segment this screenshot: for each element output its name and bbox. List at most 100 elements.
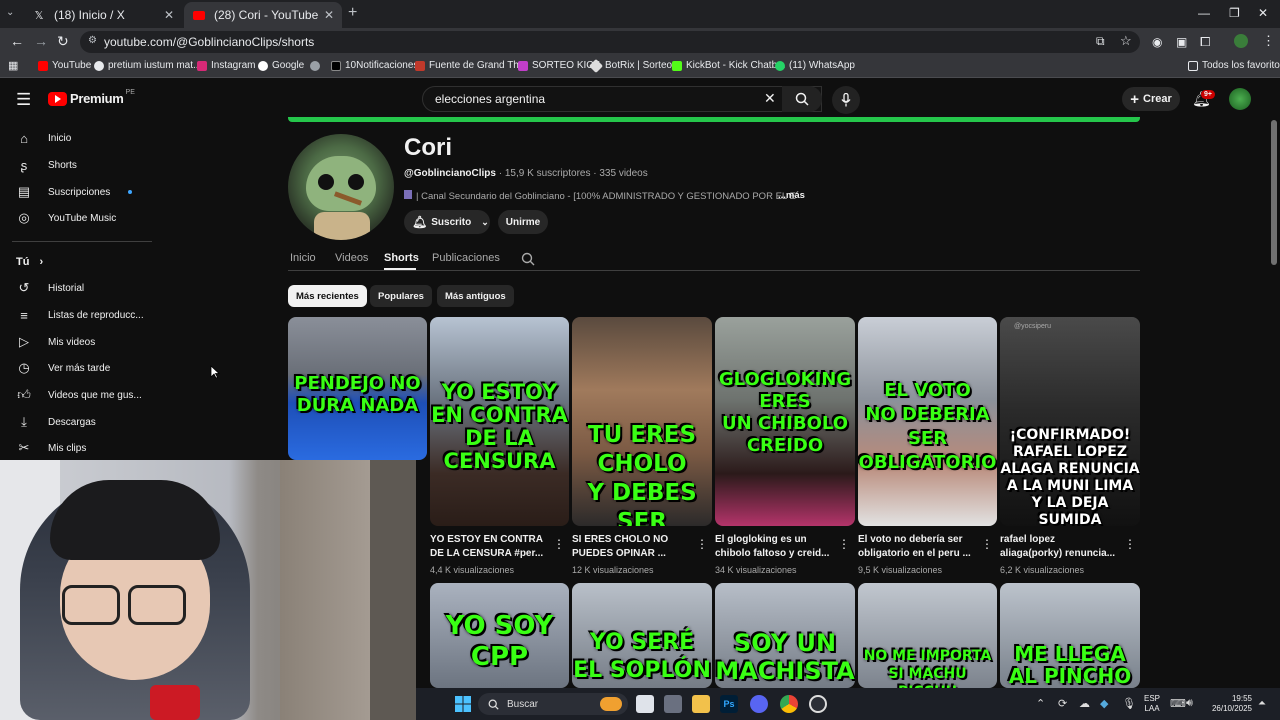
- short-thumbnail[interactable]: @yocsiperu ¡CONFIRMADO! RAFAEL LOPEZ ALA…: [1000, 317, 1140, 526]
- globe-icon[interactable]: [310, 61, 320, 71]
- obs-icon[interactable]: [809, 695, 827, 713]
- account-avatar[interactable]: [1229, 88, 1251, 110]
- tray-chevron-up-icon[interactable]: ⌃: [1036, 697, 1045, 710]
- back-icon[interactable]: ←: [10, 33, 24, 49]
- page-scrollbar[interactable]: [1271, 120, 1277, 265]
- short-title[interactable]: El voto no debería ser obligatorio en el…: [858, 533, 978, 561]
- taskbar-search[interactable]: Buscar: [478, 693, 628, 715]
- short-thumbnail[interactable]: ME LLEGA AL PINCHO: [1000, 583, 1140, 688]
- forward-icon[interactable]: →: [34, 33, 48, 49]
- sidebar-item-watch-later[interactable]: ◷ Ver más tarde: [0, 355, 150, 381]
- short-title[interactable]: YO ESTOY EN CONTRA DE LA CENSURA #per...: [430, 533, 550, 561]
- photoshop-icon[interactable]: Ps: [720, 695, 738, 713]
- short-title[interactable]: El glogloking es un chibolo faltoso y cr…: [715, 533, 835, 561]
- sidebar-item-suscripciones[interactable]: ▤ Suscripciones: [0, 179, 150, 205]
- bookmark-item[interactable]: BotRix | Sorteos: [588, 58, 677, 73]
- extension-icon[interactable]: ◉: [1152, 35, 1162, 49]
- short-title[interactable]: SI ERES CHOLO NO PUEDES OPINAR ...: [572, 533, 692, 561]
- sidebar-item-inicio[interactable]: ⌂ Inicio: [0, 125, 150, 151]
- onedrive-icon[interactable]: ☁: [1079, 697, 1090, 710]
- bookmark-star-icon[interactable]: ☆: [1120, 33, 1132, 49]
- hamburger-menu-icon[interactable]: ☰: [16, 90, 31, 110]
- clear-search-icon[interactable]: ✕: [764, 90, 776, 107]
- join-button[interactable]: Unirme: [498, 210, 548, 234]
- windows-start-icon[interactable]: [455, 696, 471, 712]
- bookmark-item[interactable]: 10Notificaciones: [331, 60, 418, 71]
- apps-grid-icon[interactable]: ▦: [8, 59, 18, 72]
- volume-icon[interactable]: 🔊︎: [1186, 697, 1193, 710]
- sidebar-item-clips[interactable]: ✂ Mis clips: [0, 435, 150, 461]
- sidebar-item-youtube-music[interactable]: ◎ YouTube Music: [0, 205, 150, 231]
- tray-icon[interactable]: ⟳: [1058, 697, 1067, 710]
- sidebar-you-header[interactable]: Tú ›: [16, 256, 43, 268]
- more-options-icon[interactable]: ⋮: [553, 537, 565, 551]
- file-explorer-icon[interactable]: [692, 695, 710, 713]
- discord-icon[interactable]: [750, 695, 768, 713]
- more-options-icon[interactable]: ⋮: [838, 537, 850, 551]
- short-thumbnail[interactable]: NO ME IMPORTA SI MACHU PICCHU: [858, 583, 997, 688]
- bookmark-item[interactable]: SORTEO KICK: [518, 60, 600, 71]
- sidebar-item-liked-videos[interactable]: 👍︎ Videos que me gus...: [0, 382, 150, 408]
- profile-avatar[interactable]: [1234, 34, 1248, 48]
- chip-most-recent[interactable]: Más recientes: [288, 285, 367, 307]
- tab-inicio[interactable]: Inicio: [290, 252, 316, 264]
- search-input[interactable]: elecciones argentina: [422, 86, 822, 112]
- app-icon[interactable]: [664, 695, 682, 713]
- bookmark-item[interactable]: Fuente de Grand Th...: [415, 60, 527, 71]
- tray-app-icon[interactable]: ◆: [1100, 697, 1108, 710]
- voice-search-button[interactable]: [832, 86, 860, 114]
- task-view-icon[interactable]: [636, 695, 654, 713]
- channel-avatar[interactable]: [288, 134, 394, 240]
- browser-menu-icon[interactable]: ⋮: [1262, 33, 1275, 49]
- new-tab-button[interactable]: +: [348, 4, 357, 22]
- site-info-icon[interactable]: ⚙: [88, 35, 97, 46]
- short-thumbnail[interactable]: SOY UN MACHISTA: [715, 583, 855, 688]
- minimize-icon[interactable]: —: [1198, 6, 1210, 20]
- browser-tab-x[interactable]: 𝕏 (18) Inicio / X ✕: [24, 2, 182, 28]
- all-bookmarks-folder[interactable]: Todos los favoritos: [1188, 60, 1280, 71]
- youtube-premium-logo[interactable]: Premium PE: [48, 89, 135, 106]
- extensions-puzzle-icon[interactable]: ⧠: [1200, 34, 1210, 50]
- chip-oldest[interactable]: Más antiguos: [437, 285, 514, 307]
- short-title[interactable]: rafael lopez aliaga(porky) renuncia...: [1000, 533, 1120, 561]
- bookmark-item[interactable]: (11) WhatsApp: [775, 60, 855, 71]
- reload-icon[interactable]: ↻: [57, 33, 69, 50]
- more-options-icon[interactable]: ⋮: [1124, 537, 1136, 551]
- clock[interactable]: 19:55 26/10/2025: [1208, 694, 1252, 714]
- bookmark-item[interactable]: YouTube: [38, 60, 91, 71]
- sidebar-item-shorts[interactable]: ʂ Shorts: [0, 152, 150, 178]
- channel-search-icon[interactable]: [521, 252, 535, 266]
- maximize-icon[interactable]: ❐: [1229, 6, 1240, 20]
- tab-publicaciones[interactable]: Publicaciones: [432, 252, 500, 264]
- sidebar-item-historial[interactable]: ↺ Historial: [0, 275, 150, 301]
- channel-description[interactable]: | Canal Secundario del Goblinciano - [10…: [404, 190, 796, 202]
- sidebar-item-playlists[interactable]: ≡ Listas de reproducc...: [0, 302, 150, 328]
- chip-popular[interactable]: Populares: [370, 285, 432, 307]
- network-icon[interactable]: ⌨: [1170, 697, 1186, 710]
- short-thumbnail[interactable]: TU ERES CHOLO Y DEBES SER PROGRE: [572, 317, 712, 526]
- close-tab-icon[interactable]: ✕: [324, 8, 334, 22]
- bookmark-item[interactable]: Instagram: [197, 60, 255, 71]
- short-thumbnail[interactable]: YO SOY CPP: [430, 583, 569, 688]
- close-tab-icon[interactable]: ✕: [164, 8, 174, 22]
- notifications-icon[interactable]: ⏶: [1258, 698, 1266, 709]
- close-window-icon[interactable]: ✕: [1258, 6, 1268, 20]
- short-thumbnail[interactable]: EL VOTO NO DEBERIA SER OBLIGATORIO: [858, 317, 997, 526]
- extension-icon[interactable]: ▣: [1176, 35, 1187, 49]
- short-thumbnail[interactable]: GLOGLOKING ERES UN CHIBOLO CREIDO: [715, 317, 855, 526]
- tab-shorts[interactable]: Shorts: [384, 252, 419, 264]
- install-app-icon[interactable]: ⧉: [1096, 34, 1105, 49]
- bookmark-item[interactable]: pretium iustum mat...: [94, 60, 201, 71]
- chrome-icon[interactable]: [780, 695, 798, 713]
- short-thumbnail[interactable]: YO ESTOY EN CONTRA DE LA CENSURA: [430, 317, 569, 526]
- more-options-icon[interactable]: ⋮: [981, 537, 993, 551]
- sidebar-item-downloads[interactable]: ⤓ Descargas: [0, 409, 150, 435]
- more-options-icon[interactable]: ⋮: [696, 537, 708, 551]
- address-bar[interactable]: ⚙ youtube.com/@GoblincianoClips/shorts ⧉…: [80, 31, 1140, 53]
- short-thumbnail[interactable]: PENDEJO NO DURA NADA: [288, 317, 427, 460]
- short-thumbnail[interactable]: YO SERÉ EL SOPLÓN: [572, 583, 712, 688]
- tab-search-icon[interactable]: ⌄: [6, 7, 14, 18]
- language-indicator[interactable]: ESP LAA: [1144, 694, 1160, 714]
- microphone-tray-icon[interactable]: 🎙︎: [1122, 697, 1136, 710]
- browser-tab-youtube[interactable]: (28) Cori - YouTube ✕: [184, 2, 342, 28]
